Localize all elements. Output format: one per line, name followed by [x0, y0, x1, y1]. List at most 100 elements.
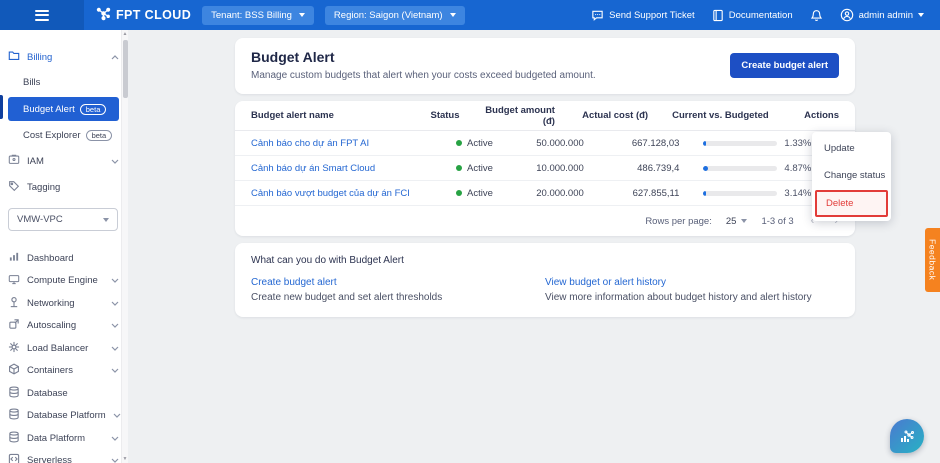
- column-header-name: Budget alert name: [251, 110, 430, 121]
- sidebar-item-label: Database: [27, 388, 68, 399]
- column-header-budget: Budget amount (đ): [483, 105, 555, 127]
- support-chat-icon: [591, 9, 604, 22]
- sidebar-item-billing[interactable]: Billing: [8, 44, 119, 70]
- sidebar: Billing Bills Budget AlertbetaCost Explor…: [0, 30, 128, 463]
- sidebar-item-label: Serverless: [27, 455, 72, 463]
- chevron-down-icon: [111, 301, 119, 306]
- column-header-status: Status: [430, 110, 483, 121]
- budget-alert-name-cell: Cảnh báo dự án Smart Cloud: [251, 163, 456, 174]
- rows-per-page-value: 25: [726, 216, 737, 227]
- table-pagination: Rows per page: 25 1-3 of 3 ‹ ›: [235, 206, 855, 236]
- progress-bar-fill: [703, 191, 706, 196]
- sidebar-item-budget-alert[interactable]: Budget Alertbeta: [8, 97, 119, 121]
- table-header-row: Budget alert name Status Budget amount (…: [235, 101, 855, 131]
- database-icon: [8, 386, 20, 401]
- feedback-label: Feedback: [928, 239, 938, 280]
- tenant-label: Tenant: BSS Billing: [211, 10, 292, 21]
- rows-per-page-select[interactable]: 25: [726, 216, 748, 227]
- context-menu-item-delete[interactable]: Delete: [815, 190, 888, 217]
- chevron-down-icon: [111, 278, 119, 283]
- sidebar-item-dashboard[interactable]: Dashboard: [8, 247, 119, 270]
- documentation-link[interactable]: Documentation: [712, 9, 793, 22]
- sidebar-item-cost-explorer[interactable]: Cost Explorerbeta: [8, 123, 119, 148]
- chevron-down-icon: [111, 159, 119, 164]
- user-avatar-icon: [840, 8, 854, 22]
- main-content: Budget Alert Manage custom budgets that …: [128, 30, 940, 463]
- info-card: What can you do with Budget Alert Create…: [235, 243, 855, 317]
- status-badge: Active: [467, 138, 493, 149]
- sidebar-item-iam[interactable]: IAM: [8, 148, 119, 174]
- chevron-down-icon: [113, 413, 121, 418]
- status-dot: [456, 190, 462, 196]
- sidebar-item-bills[interactable]: Bills: [8, 70, 119, 95]
- top-bar: FPT CLOUD Tenant: BSS Billing Region: Sa…: [0, 0, 940, 30]
- sidebar-item-autoscaling[interactable]: Autoscaling: [8, 315, 119, 338]
- actual-cost-cell: 486.739,4: [584, 163, 680, 174]
- budget-amount-cell: 50.000.000: [510, 138, 584, 149]
- progress-bar-fill: [703, 141, 706, 146]
- budget-alert-table-card: Budget alert name Status Budget amount (…: [235, 101, 855, 236]
- column-header-actual: Actual cost (đ): [555, 110, 648, 121]
- status-dot: [456, 165, 462, 171]
- info-link[interactable]: View budget or alert history: [545, 277, 839, 288]
- region-selector[interactable]: Region: Saigon (Vietnam): [325, 6, 465, 25]
- folder-icon: [8, 50, 20, 64]
- status-badge: Active: [467, 163, 493, 174]
- sidebar-item-data-platform[interactable]: Data Platform: [8, 427, 119, 450]
- sidebar-item-label: IAM: [27, 156, 44, 167]
- serverless-icon: [8, 453, 20, 463]
- budget-alert-name-link[interactable]: Cảnh báo dự án Smart Cloud: [251, 163, 456, 174]
- status-badge: Active: [467, 188, 493, 199]
- create-budget-alert-button[interactable]: Create budget alert: [730, 53, 839, 78]
- document-icon: [712, 9, 724, 22]
- sidebar-item-tagging[interactable]: Tagging: [8, 174, 119, 200]
- vpc-selector[interactable]: VMW-VPC: [8, 208, 118, 231]
- sidebar-item-compute-engine[interactable]: Compute Engine: [8, 270, 119, 293]
- feedback-tab[interactable]: Feedback: [925, 228, 940, 292]
- page-title: Budget Alert: [251, 49, 596, 65]
- dashboard-icon: [8, 251, 20, 265]
- fpt-logo-icon: [96, 6, 111, 24]
- menu-toggle-area[interactable]: [0, 0, 84, 30]
- sidebar-item-containers[interactable]: Containers: [8, 360, 119, 383]
- ai-chat-bubble-button[interactable]: [890, 419, 924, 453]
- notifications-button[interactable]: [810, 9, 823, 22]
- sidebar-item-database[interactable]: Database: [8, 382, 119, 405]
- info-link[interactable]: Create budget alert: [251, 277, 545, 288]
- chevron-down-icon: [111, 346, 119, 351]
- row-actions-context-menu: UpdateChange statusDelete: [812, 132, 891, 221]
- scroll-up-arrow[interactable]: ▲: [122, 30, 128, 38]
- scroll-down-arrow[interactable]: ▼: [122, 455, 128, 463]
- pagination-range-label: 1-3 of 3: [761, 216, 793, 227]
- sidebar-item-label: Containers: [27, 365, 73, 376]
- sidebar-item-label: Bills: [23, 77, 40, 88]
- id-badge-icon: [8, 154, 20, 168]
- budget-alert-name-link[interactable]: Cảnh báo cho dự án FPT AI: [251, 138, 456, 149]
- progress-bar: [703, 191, 777, 196]
- sidebar-item-database-platform[interactable]: Database Platform: [8, 405, 119, 428]
- hamburger-menu-icon[interactable]: [35, 7, 49, 23]
- fpt-cloud-logo[interactable]: FPT CLOUD: [96, 6, 191, 24]
- context-menu-item-change-status[interactable]: Change status: [812, 162, 891, 189]
- user-menu[interactable]: admin admin: [840, 8, 924, 22]
- send-support-ticket-button[interactable]: Send Support Ticket: [591, 9, 695, 22]
- budget-alert-name-link[interactable]: Cảnh báo vượt budget của dự án FCI: [251, 188, 456, 199]
- bell-icon: [810, 9, 823, 22]
- status-cell: Active: [456, 163, 510, 174]
- context-menu-item-update[interactable]: Update: [812, 135, 891, 162]
- sidebar-item-label: Dashboard: [27, 253, 73, 264]
- sidebar-nav: Dashboard Compute EngineNetworkingAutosca…: [8, 247, 119, 463]
- sidebar-scrollbar[interactable]: ▲ ▼: [121, 30, 128, 463]
- actual-cost-cell: 667.128,03: [584, 138, 680, 149]
- tenant-selector[interactable]: Tenant: BSS Billing: [202, 6, 314, 25]
- page-header-card: Budget Alert Manage custom budgets that …: [235, 38, 855, 94]
- sidebar-item-load-balancer[interactable]: Load Balancer: [8, 337, 119, 360]
- sidebar-item-serverless[interactable]: Serverless: [8, 450, 119, 463]
- networking-icon: [8, 296, 20, 311]
- sidebar-item-label: Tagging: [27, 182, 60, 193]
- scrollbar-thumb[interactable]: [123, 40, 128, 98]
- sidebar-item-networking[interactable]: Networking: [8, 292, 119, 315]
- load-balancer-icon: [8, 341, 20, 356]
- tag-icon: [8, 180, 20, 195]
- chevron-down-icon: [103, 218, 109, 222]
